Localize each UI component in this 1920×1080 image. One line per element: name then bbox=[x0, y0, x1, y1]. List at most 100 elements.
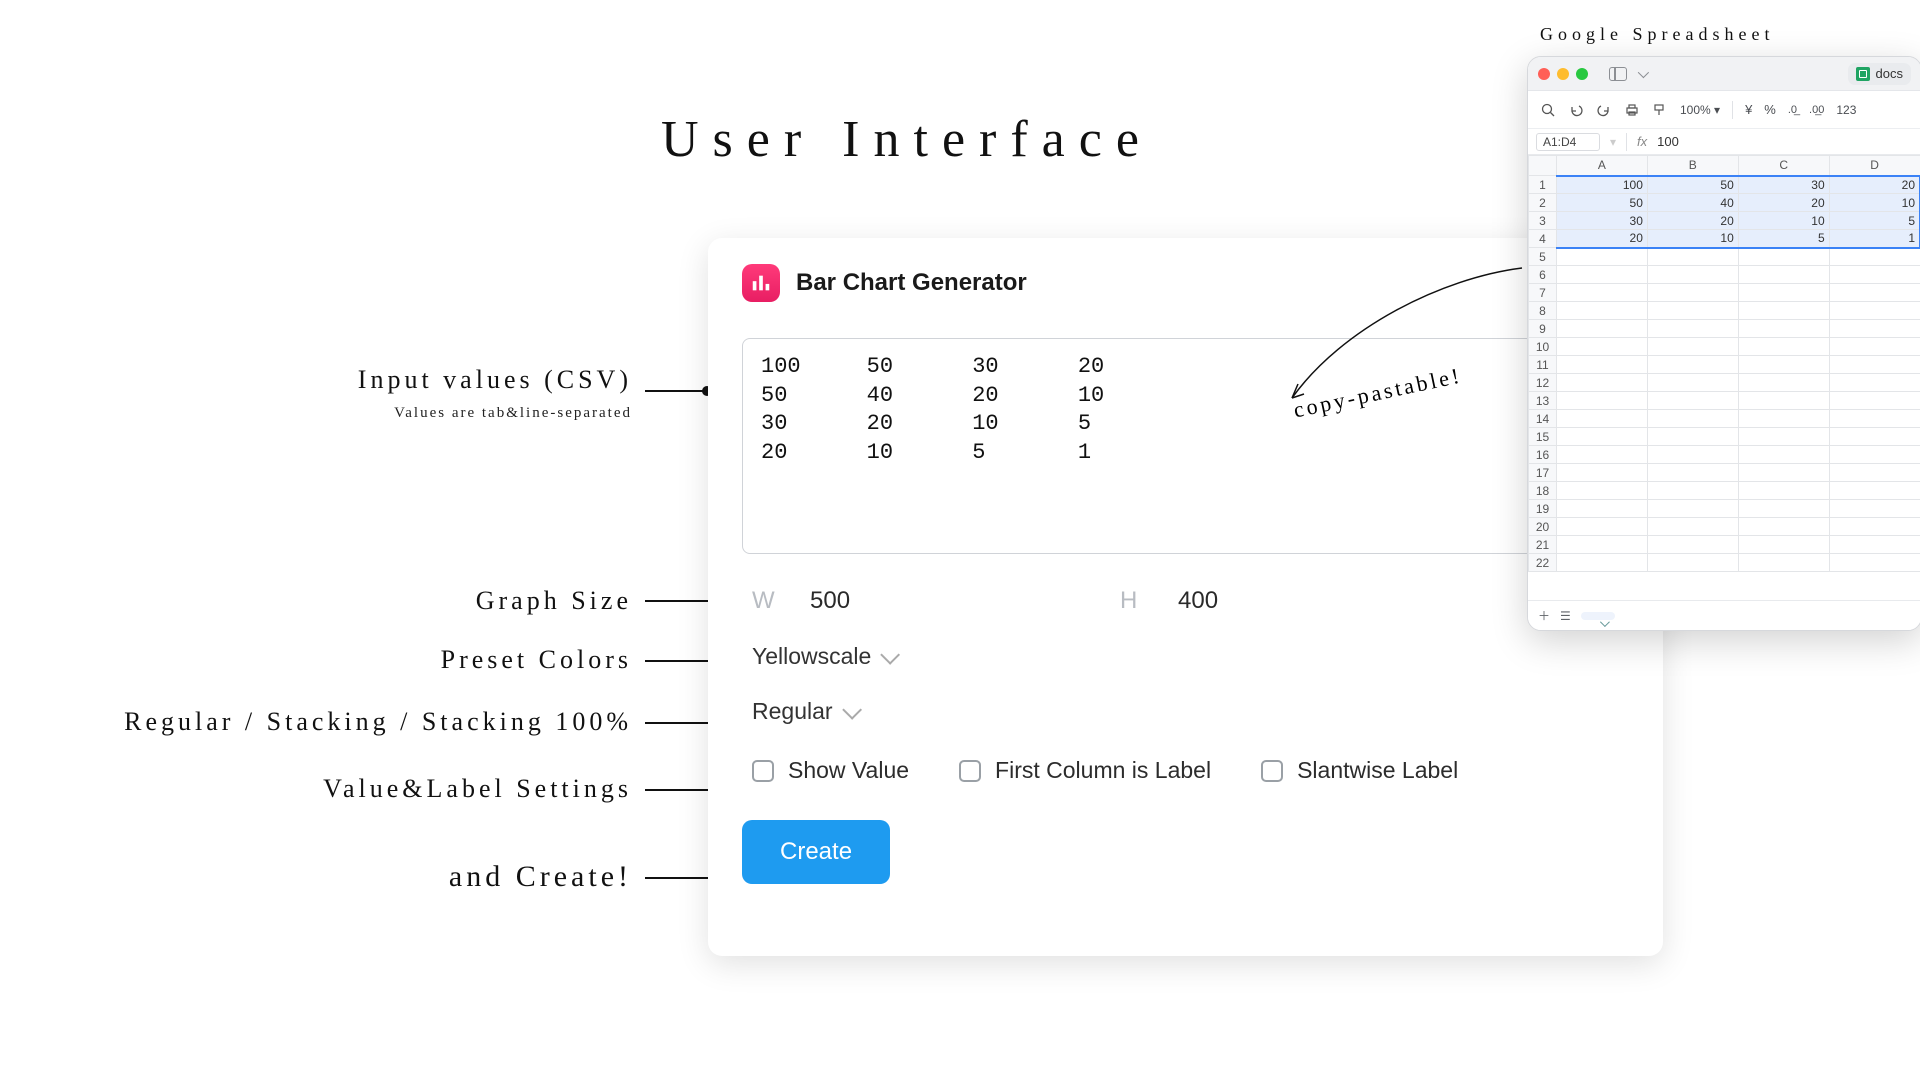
cell[interactable] bbox=[1557, 320, 1648, 338]
print-icon[interactable] bbox=[1624, 102, 1640, 118]
maximize-icon[interactable] bbox=[1576, 68, 1588, 80]
cell[interactable] bbox=[1647, 428, 1738, 446]
checkbox-first-col-label[interactable]: First Column is Label bbox=[959, 757, 1211, 784]
cell[interactable] bbox=[1647, 518, 1738, 536]
row-header[interactable]: 6 bbox=[1529, 266, 1557, 284]
cell[interactable]: 100 bbox=[1557, 176, 1648, 194]
cell[interactable] bbox=[1557, 374, 1648, 392]
row-header[interactable]: 3 bbox=[1529, 212, 1557, 230]
empty-row[interactable]: 7 bbox=[1529, 284, 1920, 302]
cell[interactable] bbox=[1557, 302, 1648, 320]
row-header[interactable]: 11 bbox=[1529, 356, 1557, 374]
cell[interactable] bbox=[1829, 518, 1920, 536]
row-header[interactable]: 2 bbox=[1529, 194, 1557, 212]
empty-row[interactable]: 6 bbox=[1529, 266, 1920, 284]
data-row[interactable]: 4201051 bbox=[1529, 230, 1920, 248]
all-sheets-button[interactable]: ☰ bbox=[1560, 609, 1571, 623]
cell[interactable] bbox=[1738, 554, 1829, 572]
cell[interactable]: 10 bbox=[1647, 230, 1738, 248]
stack-mode-select[interactable]: Regular bbox=[752, 698, 857, 725]
cell[interactable] bbox=[1829, 410, 1920, 428]
empty-row[interactable]: 15 bbox=[1529, 428, 1920, 446]
cell[interactable]: 20 bbox=[1738, 194, 1829, 212]
col-header[interactable]: D bbox=[1829, 156, 1920, 176]
csv-input[interactable]: 100 50 30 20 50 40 20 10 30 20 10 5 20 1… bbox=[742, 338, 1534, 554]
cell[interactable]: 50 bbox=[1557, 194, 1648, 212]
width-input[interactable] bbox=[810, 587, 920, 615]
col-header[interactable]: C bbox=[1738, 156, 1829, 176]
formula-bar[interactable]: 100 bbox=[1657, 134, 1679, 149]
row-header[interactable]: 21 bbox=[1529, 536, 1557, 554]
decrease-decimal-icon[interactable]: .0̲ bbox=[1788, 104, 1797, 116]
cell[interactable] bbox=[1647, 392, 1738, 410]
cell[interactable]: 20 bbox=[1647, 212, 1738, 230]
cell[interactable] bbox=[1829, 302, 1920, 320]
height-input[interactable] bbox=[1178, 587, 1288, 615]
cell[interactable]: 50 bbox=[1647, 176, 1738, 194]
checkbox-slant[interactable]: Slantwise Label bbox=[1261, 757, 1458, 784]
paint-format-icon[interactable] bbox=[1652, 102, 1668, 118]
empty-row[interactable]: 14 bbox=[1529, 410, 1920, 428]
cell[interactable] bbox=[1738, 500, 1829, 518]
cell[interactable] bbox=[1829, 320, 1920, 338]
checkbox-show-value[interactable]: Show Value bbox=[752, 757, 909, 784]
cell[interactable] bbox=[1557, 284, 1648, 302]
cell[interactable] bbox=[1647, 536, 1738, 554]
cell[interactable] bbox=[1647, 266, 1738, 284]
cell[interactable] bbox=[1557, 428, 1648, 446]
empty-row[interactable]: 5 bbox=[1529, 248, 1920, 266]
empty-row[interactable]: 18 bbox=[1529, 482, 1920, 500]
cell[interactable] bbox=[1738, 446, 1829, 464]
add-sheet-button[interactable]: ＋ bbox=[1538, 607, 1550, 624]
cell[interactable] bbox=[1829, 356, 1920, 374]
cell[interactable] bbox=[1557, 482, 1648, 500]
empty-row[interactable]: 11 bbox=[1529, 356, 1920, 374]
cell[interactable] bbox=[1647, 320, 1738, 338]
cell[interactable]: 10 bbox=[1829, 194, 1920, 212]
cell[interactable] bbox=[1738, 464, 1829, 482]
empty-row[interactable]: 13 bbox=[1529, 392, 1920, 410]
redo-icon[interactable] bbox=[1596, 102, 1612, 118]
row-header[interactable]: 7 bbox=[1529, 284, 1557, 302]
cell[interactable] bbox=[1738, 374, 1829, 392]
cell[interactable]: 20 bbox=[1557, 230, 1648, 248]
cell[interactable] bbox=[1738, 518, 1829, 536]
row-header[interactable]: 10 bbox=[1529, 338, 1557, 356]
cell[interactable] bbox=[1738, 536, 1829, 554]
data-row[interactable]: 1100503020 bbox=[1529, 176, 1920, 194]
percent-icon[interactable]: % bbox=[1764, 102, 1776, 117]
cell[interactable] bbox=[1557, 392, 1648, 410]
spreadsheet-grid[interactable]: ABCD110050302025040201033020105420105156… bbox=[1528, 155, 1920, 572]
cell[interactable] bbox=[1829, 248, 1920, 266]
empty-row[interactable]: 12 bbox=[1529, 374, 1920, 392]
cell[interactable] bbox=[1557, 554, 1648, 572]
empty-row[interactable]: 8 bbox=[1529, 302, 1920, 320]
increase-decimal-icon[interactable]: .0̲0 bbox=[1809, 104, 1824, 116]
cell[interactable]: 30 bbox=[1557, 212, 1648, 230]
data-row[interactable]: 33020105 bbox=[1529, 212, 1920, 230]
cell[interactable] bbox=[1829, 374, 1920, 392]
currency-icon[interactable]: ¥ bbox=[1745, 102, 1752, 117]
empty-row[interactable]: 21 bbox=[1529, 536, 1920, 554]
row-header[interactable]: 5 bbox=[1529, 248, 1557, 266]
cell[interactable] bbox=[1829, 554, 1920, 572]
row-header[interactable]: 15 bbox=[1529, 428, 1557, 446]
empty-row[interactable]: 16 bbox=[1529, 446, 1920, 464]
empty-row[interactable]: 17 bbox=[1529, 464, 1920, 482]
url-bar[interactable]: docs bbox=[1848, 63, 1911, 85]
cell[interactable] bbox=[1557, 464, 1648, 482]
cell[interactable] bbox=[1829, 482, 1920, 500]
cell[interactable] bbox=[1738, 428, 1829, 446]
name-box[interactable] bbox=[1536, 133, 1600, 151]
row-header[interactable]: 17 bbox=[1529, 464, 1557, 482]
row-header[interactable]: 12 bbox=[1529, 374, 1557, 392]
cell[interactable]: 40 bbox=[1647, 194, 1738, 212]
cell[interactable] bbox=[1647, 482, 1738, 500]
minimize-icon[interactable] bbox=[1557, 68, 1569, 80]
row-header[interactable]: 14 bbox=[1529, 410, 1557, 428]
col-header[interactable]: A bbox=[1557, 156, 1648, 176]
cell[interactable]: 10 bbox=[1738, 212, 1829, 230]
undo-icon[interactable] bbox=[1568, 102, 1584, 118]
cell[interactable] bbox=[1738, 338, 1829, 356]
cell[interactable] bbox=[1829, 446, 1920, 464]
